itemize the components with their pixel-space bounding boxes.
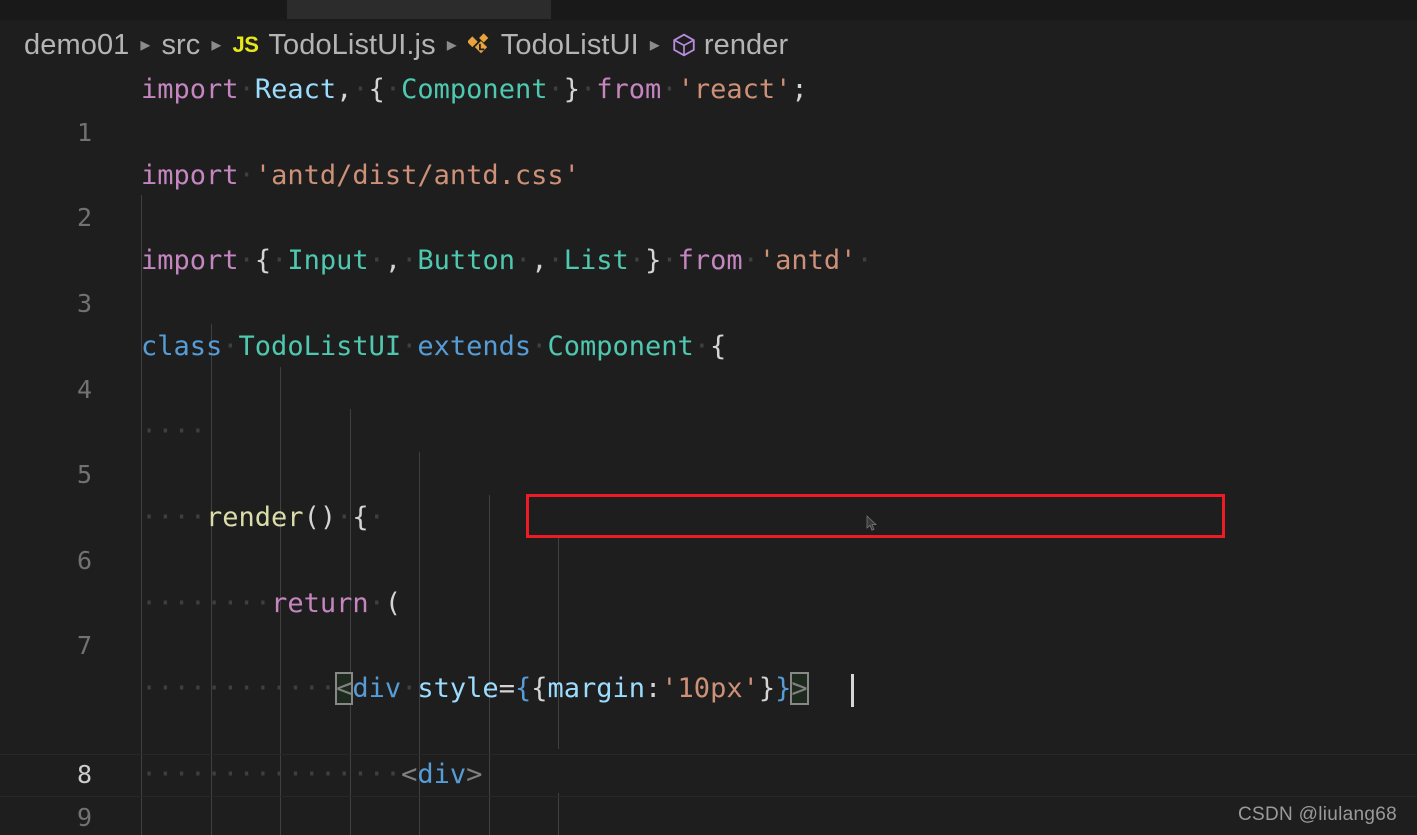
code-line[interactable]: 6 ····render()·{· [0,497,1417,575]
breadcrumb-separator-icon: ▸ [649,33,660,56]
line-number: 6 [76,545,92,575]
text-cursor [851,674,854,708]
code-line[interactable]: 5 ···· [0,411,1417,489]
breadcrumb-separator-icon: ▸ [140,33,151,56]
code-line-active[interactable]: 8 ············<div·style={{margin:'10px'… [0,668,1417,797]
line-content: class·TodoListUI·extends·Component·{ [141,330,727,362]
line-number: 7 [76,631,92,661]
line-content: ············<div·style={{margin:'10px'}}… [141,672,809,706]
breadcrumb-label: src [161,28,201,61]
line-content: import·'antd/dist/antd.css' [141,159,580,191]
line-number: 5 [76,460,92,490]
breadcrumb-separator-icon: ▸ [211,33,222,56]
method-symbol-icon [671,32,697,58]
line-content: ················<div> [141,758,483,790]
breadcrumb-item-folder-demo01[interactable]: demo01 [24,29,129,62]
line-content: import·{·Input·,·Button·,·List·}·from·'a… [141,245,873,277]
breadcrumb-label: TodoListUI.js [268,28,436,61]
editor-tab-bar [0,0,1417,21]
line-content: ········return·( [141,587,402,619]
line-content: ···· [141,416,207,448]
line-number: 1 [76,117,92,147]
breadcrumb-item-class[interactable]: TodoListUI [466,28,639,62]
line-content: import·React,·{·Component·}·from·'react'… [141,74,808,105]
code-editor[interactable]: 1 import·React,·{·Component·}·from·'reac… [0,69,1417,835]
code-line[interactable]: 9 ················<div> [0,754,1417,832]
line-number: 4 [76,374,92,404]
breadcrumb: demo01 ▸ src ▸ JS TodoListUI.js ▸ TodoLi… [0,21,1417,69]
breadcrumb-label: demo01 [24,28,130,61]
code-line[interactable]: 3 import·{·Input·,·Button·,·List·}·from·… [0,240,1417,318]
js-file-icon: JS [232,32,259,57]
breadcrumb-label: TodoListUI [500,28,639,61]
code-line[interactable]: 1 import·React,·{·Component·}·from·'reac… [0,69,1417,147]
breadcrumb-item-file[interactable]: JS TodoListUI.js [232,29,435,62]
indent-guide [558,793,559,835]
vscode-window: demo01 ▸ src ▸ JS TodoListUI.js ▸ TodoLi… [0,0,1417,835]
breadcrumb-item-method[interactable]: render [671,29,788,62]
line-content: ····render()·{· [141,501,385,533]
code-line[interactable]: 2 import·'antd/dist/antd.css' [0,155,1417,233]
bracket-match-open: < [335,672,354,706]
line-number: 9 [76,802,92,832]
line-number: 2 [76,203,92,233]
indent-guide [558,537,559,749]
class-symbol-icon [466,32,494,58]
line-number: 3 [76,288,92,318]
code-line[interactable]: 7 ········return·( [0,583,1417,661]
editor-tab-active[interactable] [287,0,551,19]
breadcrumb-label: render [703,28,789,61]
breadcrumb-item-folder-src[interactable]: src [161,29,200,62]
breadcrumb-separator-icon: ▸ [446,33,457,56]
watermark: CSDN @liulang68 [1238,804,1397,825]
code-line[interactable]: 4 class·TodoListUI·extends·Component·{ [0,326,1417,404]
bracket-match-close: > [790,672,809,706]
